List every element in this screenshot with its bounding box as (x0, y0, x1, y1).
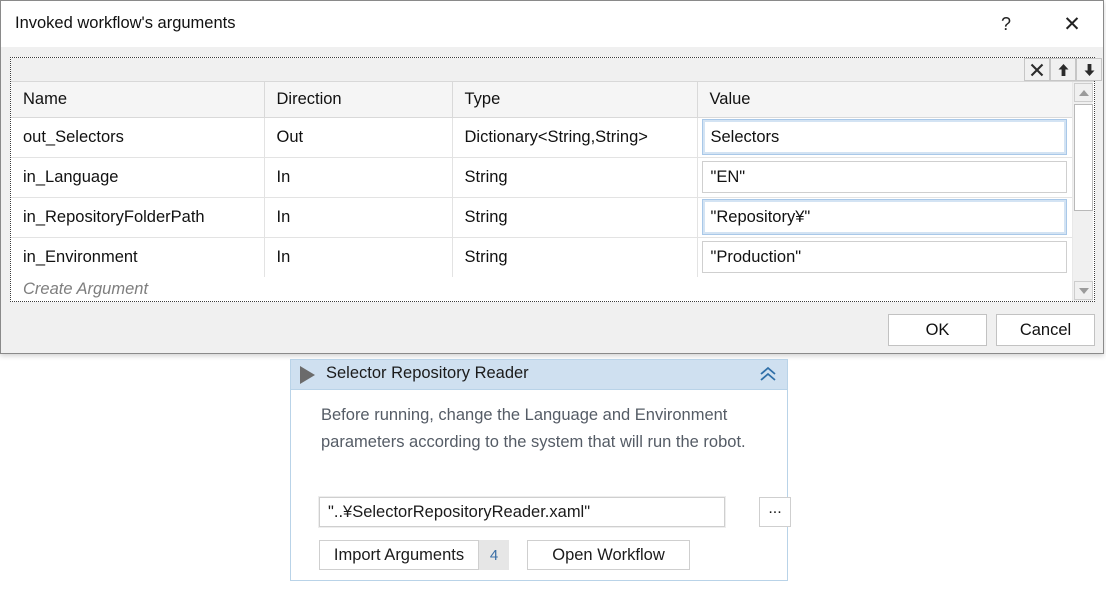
argument-value-cell: "Repository¥" (697, 197, 1073, 238)
arguments-grid-panel: Name Direction Type Value out_Selectors … (10, 57, 1102, 302)
import-arguments-count-badge: 4 (479, 540, 509, 570)
close-x-icon (1030, 63, 1044, 76)
grid-scroll-viewport[interactable]: Name Direction Type Value out_Selectors … (11, 82, 1073, 301)
table-header-row: Name Direction Type Value (11, 82, 1073, 118)
activity-description: Before running, change the Language and … (321, 406, 746, 451)
argument-value-cell: Selectors (697, 117, 1073, 158)
chevron-double-up-glyph (760, 366, 776, 381)
create-argument-row[interactable]: Create Argument (11, 277, 1073, 301)
argument-name-cell[interactable]: out_Selectors (11, 117, 265, 158)
argument-value-input[interactable]: Selectors (701, 119, 1067, 155)
arrow-down-icon (1084, 63, 1094, 76)
argument-direction-cell[interactable]: Out (264, 117, 453, 158)
argument-value-cell: "EN" (697, 157, 1073, 198)
scroll-up-button[interactable] (1074, 83, 1093, 102)
argument-type-cell[interactable]: String (452, 197, 698, 238)
activity-header[interactable]: Selector Repository Reader (291, 360, 787, 390)
argument-direction-cell[interactable]: In (264, 157, 453, 198)
arrow-up-icon (1058, 63, 1068, 76)
move-argument-down-button[interactable] (1076, 58, 1102, 81)
argument-value-input[interactable]: "Production" (701, 241, 1067, 273)
argument-direction-cell[interactable]: In (264, 197, 453, 238)
chevron-double-up-icon[interactable] (757, 363, 779, 385)
triangle-up-icon (1078, 89, 1089, 96)
open-workflow-button[interactable]: Open Workflow (527, 540, 690, 570)
import-arguments-group: Import Arguments 4 (319, 540, 509, 570)
move-argument-up-button[interactable] (1050, 58, 1076, 81)
arguments-table: Name Direction Type Value out_Selectors … (11, 82, 1073, 278)
argument-value-cell: "Production" (697, 237, 1073, 278)
argument-direction-cell[interactable]: In (264, 237, 453, 278)
arguments-table-body: out_Selectors Out Dictionary<String,Stri… (11, 117, 1073, 278)
scroll-down-button[interactable] (1074, 281, 1093, 300)
argument-name-cell[interactable]: in_Language (11, 157, 265, 198)
table-row[interactable]: in_Environment In String "Production" (11, 237, 1073, 278)
grid-vertical-scrollbar[interactable] (1072, 82, 1093, 301)
ok-button[interactable]: OK (888, 314, 987, 346)
argument-value-input[interactable]: "EN" (701, 161, 1067, 193)
import-arguments-button[interactable]: Import Arguments (319, 540, 479, 570)
column-header-type[interactable]: Type (452, 82, 698, 118)
help-icon[interactable]: ? (989, 7, 1023, 41)
close-icon[interactable]: ✕ (1055, 7, 1089, 41)
scrollbar-thumb[interactable] (1074, 104, 1093, 211)
argument-value-input[interactable]: "Repository¥" (701, 199, 1067, 235)
argument-type-cell[interactable]: String (452, 157, 698, 198)
triangle-down-icon (1078, 287, 1089, 294)
screen-root: Invoked workflow's arguments ? ✕ Name Di… (0, 0, 1106, 589)
workflow-path-input[interactable]: "..¥SelectorRepositoryReader.xaml" (319, 497, 725, 527)
delete-argument-button[interactable] (1024, 58, 1050, 81)
argument-name-cell[interactable]: in_Environment (11, 237, 265, 278)
browse-button[interactable]: ... (759, 497, 791, 527)
grid-body: Name Direction Type Value out_Selectors … (11, 82, 1094, 301)
column-header-value[interactable]: Value (697, 82, 1073, 118)
selector-repository-reader-activity: Selector Repository Reader Before runnin… (290, 359, 791, 581)
dialog-titlebar: Invoked workflow's arguments ? ✕ (1, 1, 1103, 47)
play-triangle-icon (300, 366, 315, 384)
table-row[interactable]: out_Selectors Out Dictionary<String,Stri… (11, 117, 1073, 158)
dialog-title: Invoked workflow's arguments (15, 14, 236, 32)
argument-type-cell[interactable]: Dictionary<String,String> (452, 117, 698, 158)
column-header-name[interactable]: Name (11, 82, 265, 118)
invoked-workflow-arguments-dialog: Invoked workflow's arguments ? ✕ Name Di… (0, 0, 1104, 354)
argument-type-cell[interactable]: String (452, 237, 698, 278)
argument-name-cell[interactable]: in_RepositoryFolderPath (11, 197, 265, 238)
workflow-path-row: "..¥SelectorRepositoryReader.xaml" ... (319, 497, 791, 527)
table-row[interactable]: in_Language In String "EN" (11, 157, 1073, 198)
column-header-direction[interactable]: Direction (264, 82, 453, 118)
cancel-button[interactable]: Cancel (996, 314, 1095, 346)
activity-title: Selector Repository Reader (326, 364, 529, 382)
table-row[interactable]: in_RepositoryFolderPath In String "Repos… (11, 197, 1073, 238)
grid-toolbar (11, 58, 1102, 82)
